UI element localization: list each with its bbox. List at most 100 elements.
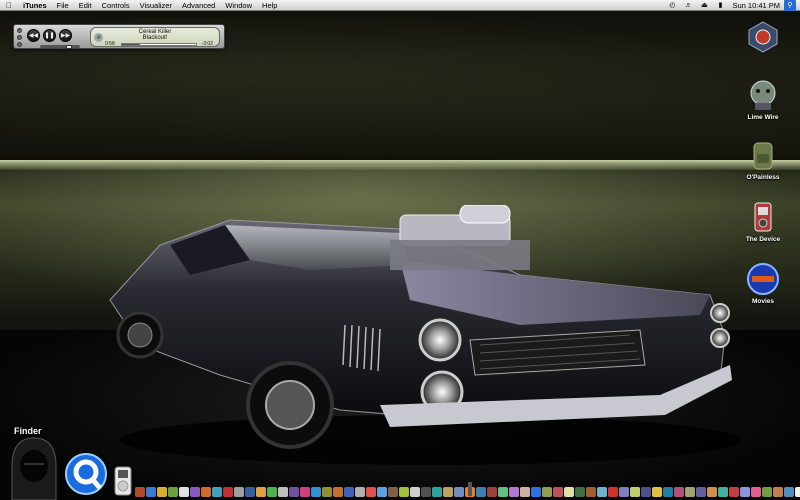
- dock-app-icon[interactable]: [311, 487, 321, 497]
- next-track-button[interactable]: ▶▶: [59, 29, 72, 42]
- menu-help[interactable]: Help: [257, 0, 282, 11]
- desktop-icon-movies[interactable]: Movies: [733, 262, 793, 305]
- dock-app-icon[interactable]: [619, 487, 629, 497]
- zoom-window-button[interactable]: [17, 42, 22, 47]
- dock-app-icon[interactable]: [322, 487, 332, 497]
- dock-app-icon[interactable]: [773, 487, 783, 497]
- dock-app-icon[interactable]: [685, 487, 695, 497]
- desktop-icon-o-painless[interactable]: O'Painless: [733, 138, 793, 181]
- dock-app-icon[interactable]: [707, 487, 717, 497]
- menu-visualizer[interactable]: Visualizer: [135, 0, 177, 11]
- dock-app-icon[interactable]: [509, 487, 519, 497]
- volume-slider[interactable]: [40, 45, 80, 49]
- dock-app-icon[interactable]: [223, 487, 233, 497]
- dock-app-icon[interactable]: [289, 487, 299, 497]
- menu-app-itunes[interactable]: iTunes: [18, 0, 52, 11]
- dock-app-icon[interactable]: [146, 487, 156, 497]
- dock-app-icon[interactable]: [586, 487, 596, 497]
- desktop-icon-lime-wire[interactable]: Lime Wire: [733, 78, 793, 121]
- dock-app-icon[interactable]: [300, 487, 310, 497]
- quicktime-icon[interactable]: [64, 452, 108, 496]
- playback-scrubber[interactable]: [121, 43, 197, 46]
- dock-app-icon[interactable]: [487, 487, 497, 497]
- dock-application-icons: [135, 486, 800, 498]
- desktop-icon-label: Movies: [751, 298, 775, 305]
- dock-app-icon[interactable]: [377, 487, 387, 497]
- dock-app-icon[interactable]: [157, 487, 167, 497]
- dock-app-icon[interactable]: [542, 487, 552, 497]
- dock-app-icon[interactable]: [234, 487, 244, 497]
- dock-app-icon[interactable]: [443, 487, 453, 497]
- dock-app-icon[interactable]: [190, 487, 200, 497]
- dock-app-icon[interactable]: [476, 487, 486, 497]
- dock-app-icon[interactable]: [245, 487, 255, 497]
- dock-app-icon[interactable]: [718, 487, 728, 497]
- dock-app-icon[interactable]: [762, 487, 772, 497]
- dock-app-icon[interactable]: [454, 487, 464, 497]
- menu-clock[interactable]: Sun 10:41 PM: [732, 1, 780, 10]
- dock-app-icon[interactable]: [575, 487, 585, 497]
- spotlight-search-icon[interactable]: ⚲: [784, 0, 796, 11]
- minimize-window-button[interactable]: [17, 35, 22, 40]
- dock-app-icon[interactable]: [674, 487, 684, 497]
- menu-controls[interactable]: Controls: [97, 0, 135, 11]
- desktop-icon-hard-drive[interactable]: [733, 20, 793, 54]
- menu-advanced[interactable]: Advanced: [177, 0, 220, 11]
- dock-app-icon[interactable]: [751, 487, 761, 497]
- menu-edit[interactable]: Edit: [74, 0, 97, 11]
- muscle-car-image: [109, 205, 740, 465]
- dock-app-icon[interactable]: [201, 487, 211, 497]
- pause-button[interactable]: ❚❚: [43, 29, 56, 42]
- dock-app-icon[interactable]: [696, 487, 706, 497]
- dock-app-icon[interactable]: [179, 487, 189, 497]
- window-controls: [17, 28, 22, 47]
- dock-app-icon[interactable]: [498, 487, 508, 497]
- dock-app-icon[interactable]: [795, 487, 800, 497]
- dock-app-icon[interactable]: [729, 487, 739, 497]
- dock-app-icon[interactable]: [135, 487, 145, 497]
- battery-icon[interactable]: ▮: [714, 0, 726, 11]
- dock-app-icon[interactable]: [388, 487, 398, 497]
- dock-app-icon[interactable]: [641, 487, 651, 497]
- dock-app-icon[interactable]: [278, 487, 288, 497]
- volume-slider-knob[interactable]: [66, 45, 72, 49]
- dock-app-icon[interactable]: [608, 487, 618, 497]
- volume-icon[interactable]: ♬: [682, 0, 694, 11]
- device-icon: [746, 200, 780, 234]
- dock-separator[interactable]: [468, 482, 472, 496]
- airport-icon[interactable]: ◴: [666, 0, 678, 11]
- dock-app-icon[interactable]: [740, 487, 750, 497]
- ipod-icon[interactable]: [114, 466, 132, 496]
- dock-app-icon[interactable]: [256, 487, 266, 497]
- itunes-mini-player[interactable]: ◀◀ ❚❚ ▶▶ ↺ Cereal Killer Blackout! 0:58 …: [13, 24, 225, 49]
- desktop-icon-label: The Device: [745, 236, 781, 243]
- dock-app-icon[interactable]: [344, 487, 354, 497]
- dock-app-icon[interactable]: [597, 487, 607, 497]
- dock-app-icon[interactable]: [366, 487, 376, 497]
- apple-icon[interactable]: : [0, 0, 18, 11]
- dock-app-icon[interactable]: [663, 487, 673, 497]
- close-window-button[interactable]: [17, 28, 22, 33]
- dock-app-icon[interactable]: [784, 487, 794, 497]
- dock-app-icon[interactable]: [410, 487, 420, 497]
- dock-app-icon[interactable]: [399, 487, 409, 497]
- eject-icon[interactable]: ⏏: [698, 0, 710, 11]
- dock-app-icon[interactable]: [520, 487, 530, 497]
- dock-app-icon[interactable]: [212, 487, 222, 497]
- dock-app-icon[interactable]: [355, 487, 365, 497]
- desktop-icon-the-device[interactable]: The Device: [733, 200, 793, 243]
- previous-track-button[interactable]: ◀◀: [27, 29, 40, 42]
- dock-app-icon[interactable]: [267, 487, 277, 497]
- menu-file[interactable]: File: [52, 0, 74, 11]
- dock-app-icon[interactable]: [553, 487, 563, 497]
- dock-app-icon[interactable]: [168, 487, 178, 497]
- dock-app-icon[interactable]: [333, 487, 343, 497]
- dock-app-icon[interactable]: [531, 487, 541, 497]
- finder-icon[interactable]: [6, 436, 62, 500]
- dock-app-icon[interactable]: [652, 487, 662, 497]
- dock-app-icon[interactable]: [564, 487, 574, 497]
- dock-app-icon[interactable]: [630, 487, 640, 497]
- dock-app-icon[interactable]: [432, 487, 442, 497]
- dock-app-icon[interactable]: [421, 487, 431, 497]
- menu-window[interactable]: Window: [220, 0, 257, 11]
